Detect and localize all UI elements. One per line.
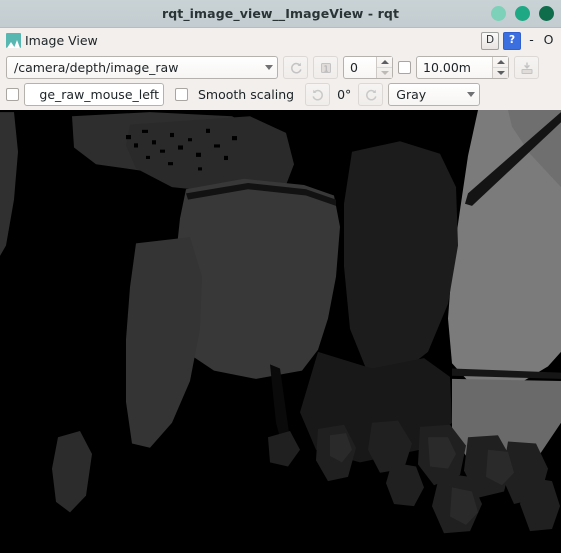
window-title: rqt_image_view__ImageView - rqt <box>161 6 400 21</box>
smooth-scaling-checkbox[interactable] <box>175 88 188 101</box>
plugin-header: Image View D ? - O <box>0 28 561 53</box>
svg-text:1: 1 <box>323 64 328 73</box>
toolbar-row-options: ge_raw_mouse_left Smooth scaling 0° Gray <box>0 82 561 110</box>
rotate-right-button[interactable] <box>358 83 384 106</box>
topic-combobox-value: /camera/depth/image_raw <box>14 60 179 75</box>
window-titlebar: rqt_image_view__ImageView - rqt <box>0 0 561 28</box>
plugin-title: Image View <box>25 33 98 48</box>
toolbar-row-topic: /camera/depth/image_raw 1 0 10.00m <box>0 53 561 82</box>
max-range-spinbox[interactable]: 10.00m <box>416 56 509 79</box>
window-minimize-button[interactable] <box>491 6 506 21</box>
colormap-combobox[interactable]: Gray <box>388 83 481 106</box>
chevron-down-icon <box>467 92 476 97</box>
click-topic-value: ge_raw_mouse_left <box>39 87 159 102</box>
topic-combobox[interactable]: /camera/depth/image_raw <box>6 56 278 79</box>
rotate-left-icon <box>312 89 323 100</box>
depth-image-content <box>0 110 561 553</box>
dynamic-range-checkbox[interactable] <box>398 61 411 74</box>
rotation-value: 0° <box>337 87 352 102</box>
frame-index-value: 0 <box>350 60 358 75</box>
depth-image-canvas[interactable] <box>0 110 561 553</box>
refresh-icon <box>290 62 302 73</box>
colormap-value: Gray <box>396 87 427 102</box>
image-bottom-black-band <box>0 535 561 553</box>
window-controls <box>491 0 554 27</box>
dock-undock-button[interactable]: D <box>481 31 499 50</box>
numbered-frame-icon: 1 <box>320 62 331 73</box>
smooth-scaling-label: Smooth scaling <box>198 87 295 102</box>
click-topic-input[interactable]: ge_raw_mouse_left <box>24 83 164 106</box>
frame-index-decrement[interactable] <box>377 67 392 78</box>
rqt-image-view-window: rqt_image_view__ImageView - rqt Image Vi… <box>0 0 561 553</box>
plugin-header-controls: D ? - O <box>481 28 555 53</box>
window-maximize-button[interactable] <box>515 6 530 21</box>
publish-click-location-checkbox[interactable] <box>6 88 19 101</box>
frame-index-spinbox[interactable]: 0 <box>343 56 393 79</box>
save-image-button[interactable] <box>514 56 539 79</box>
rotate-right-icon <box>365 89 377 100</box>
save-image-icon <box>521 62 532 74</box>
max-range-increment[interactable] <box>493 57 508 67</box>
frame-index-increment[interactable] <box>377 57 392 67</box>
help-button[interactable]: ? <box>503 31 521 50</box>
chevron-down-icon <box>265 65 273 70</box>
plugin-minimize-button[interactable]: - <box>525 34 538 47</box>
image-view-icon <box>6 33 21 48</box>
max-range-stepper[interactable] <box>492 57 508 78</box>
frame-index-stepper[interactable] <box>376 57 392 78</box>
plugin-close-button[interactable]: O <box>542 34 555 47</box>
max-range-value: 10.00m <box>423 60 471 75</box>
refresh-topics-button[interactable] <box>283 56 308 79</box>
rotate-left-button[interactable] <box>305 83 331 106</box>
window-close-button[interactable] <box>539 6 554 21</box>
publish-frame-button[interactable]: 1 <box>313 56 338 79</box>
max-range-decrement[interactable] <box>493 67 508 78</box>
